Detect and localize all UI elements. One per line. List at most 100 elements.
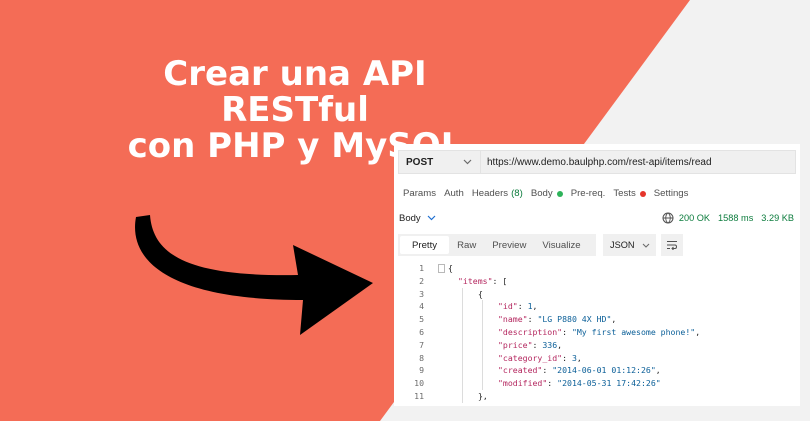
- json-key: "items": [458, 275, 493, 286]
- line-number: 1: [419, 263, 424, 273]
- line-number: 5: [419, 314, 424, 325]
- json-punct: ,: [532, 301, 538, 312]
- tab-pretty[interactable]: Pretty: [400, 236, 450, 254]
- line-number: 9: [419, 365, 424, 376]
- body-label: Body: [399, 212, 421, 224]
- tab-body[interactable]: Body: [531, 188, 563, 199]
- indent-guide: [482, 313, 483, 326]
- code-text: {: [448, 262, 453, 275]
- line-number: 7: [419, 339, 424, 350]
- line-number: 2: [419, 275, 424, 286]
- indent-guide: [482, 351, 483, 365]
- json-punct: ,: [557, 339, 563, 350]
- json-punct: :: [517, 301, 528, 312]
- globe-icon[interactable]: [662, 212, 674, 224]
- code-text: "description": "My first awesome phone!"…: [498, 326, 700, 339]
- tab-label: Params: [403, 188, 437, 199]
- format-select[interactable]: JSON: [603, 234, 656, 256]
- red-dot-icon: [639, 190, 646, 197]
- json-punct: {: [448, 263, 453, 273]
- method-label: POST: [406, 156, 434, 168]
- tab-params[interactable]: Params: [403, 188, 436, 199]
- indent-guide: [462, 325, 463, 339]
- headline-line-1: Crear una API RESTful: [163, 54, 427, 130]
- code-text: "items": [: [458, 275, 507, 288]
- json-punct: ,: [576, 352, 582, 363]
- json-punct: ,: [611, 314, 617, 325]
- code-text: "created": "2014-06-01 01:12:26",: [498, 364, 661, 377]
- line-number: 10: [414, 378, 424, 389]
- tab-auth[interactable]: Auth: [444, 188, 464, 199]
- method-select[interactable]: POST: [398, 150, 480, 174]
- code-line: 8 "category_id": 3,: [394, 351, 800, 365]
- code-text: "id": 1,: [498, 300, 537, 313]
- json-punct: {: [478, 288, 483, 299]
- code-text: "category_id": 3,: [498, 352, 582, 365]
- json-response-code: 1{2 "items": [3{4 "id": 1, 5 "name": "LG P88…: [394, 262, 800, 403]
- json-punct: :: [542, 365, 553, 376]
- json-key: "name": [498, 314, 528, 325]
- code-line: 1{: [394, 262, 800, 275]
- code-text: "name": "LG P880 4X HD",: [498, 313, 616, 326]
- indent-guide: [482, 325, 483, 339]
- wrap-lines-icon: [667, 241, 677, 250]
- code-line: 3{: [394, 287, 800, 301]
- line-number: 3: [419, 288, 424, 299]
- json-punct: :: [562, 352, 572, 363]
- url-text: https://www.demo.baulphp.com/rest-api/it…: [487, 156, 712, 168]
- view-tabs: Pretty Raw Preview Visualize: [398, 234, 596, 256]
- tab-headers[interactable]: Headers (8): [472, 188, 523, 199]
- fold-icon[interactable]: [438, 264, 445, 273]
- tab-tests[interactable]: Tests: [613, 188, 646, 199]
- indent-guide: [462, 338, 463, 352]
- tab-label: Body: [530, 188, 553, 199]
- tab-raw[interactable]: Raw: [449, 236, 484, 254]
- tab-preview[interactable]: Preview: [484, 236, 534, 254]
- indent-guide: [462, 313, 463, 326]
- url-input[interactable]: https://www.demo.baulphp.com/rest-api/it…: [480, 150, 796, 174]
- line-number: 8: [419, 352, 424, 363]
- code-line: 4 "id": 1,: [394, 300, 800, 314]
- json-punct: :: [562, 326, 572, 337]
- response-status: 200 OK 1588 ms 3.29 KB: [662, 212, 794, 224]
- json-punct: :: [532, 339, 543, 350]
- json-punct: ,: [655, 365, 661, 376]
- json-key: "id": [498, 301, 518, 312]
- arrow-icon: [135, 215, 373, 335]
- json-value: "2014-05-31 17:42:26": [557, 378, 661, 389]
- code-line: 11},: [394, 389, 800, 403]
- tab-label: Auth: [444, 188, 464, 199]
- tab-label: Pre-req.: [570, 188, 606, 199]
- code-text: },: [478, 390, 488, 403]
- green-dot-icon: [556, 190, 563, 197]
- tab-pre-request[interactable]: Pre-req.: [571, 188, 606, 199]
- request-tabs: Params Auth Headers (8) Body Pre-req. Tes…: [403, 188, 696, 199]
- code-line: 6 "description": "My first awesome phone!…: [394, 325, 800, 339]
- indent-guide: [482, 338, 483, 352]
- code-line: 9 "created": "2014-06-01 01:12:26",: [394, 364, 800, 378]
- tab-label: Headers: [471, 188, 509, 199]
- json-key: "category_id": [498, 352, 563, 363]
- json-value: "2014-06-01 01:12:26": [552, 365, 656, 376]
- response-meta: Body 200 OK 1588 ms 3.29 KB: [394, 208, 800, 228]
- chevron-down-icon: [427, 215, 436, 221]
- status-code: 200 OK: [678, 213, 711, 223]
- indent-guide: [462, 364, 463, 378]
- indent-guide: [482, 300, 483, 314]
- chevron-down-icon: [642, 243, 650, 248]
- line-number: 6: [419, 326, 424, 337]
- api-client-panel: POST https://www.demo.baulphp.com/rest-a…: [394, 144, 800, 406]
- tab-visualize[interactable]: Visualize: [534, 236, 588, 254]
- tab-settings[interactable]: Settings: [654, 188, 689, 199]
- json-punct: },: [478, 390, 488, 401]
- code-line: 7 "price": 336,: [394, 338, 800, 352]
- json-key: "price": [498, 339, 533, 350]
- response-body-dropdown[interactable]: Body: [399, 213, 436, 224]
- tab-label: Settings: [653, 188, 689, 199]
- code-text: "price": 336,: [498, 339, 562, 352]
- wrap-lines-button[interactable]: [661, 234, 683, 256]
- code-text: "modified": "2014-05-31 17:42:26": [498, 377, 661, 390]
- code-lines: 1{2 "items": [3{4 "id": 1, 5 "name": "LG P88…: [394, 262, 800, 403]
- indent-guide: [462, 300, 463, 314]
- code-line: 10 "modified": "2014-05-31 17:42:26": [394, 377, 800, 390]
